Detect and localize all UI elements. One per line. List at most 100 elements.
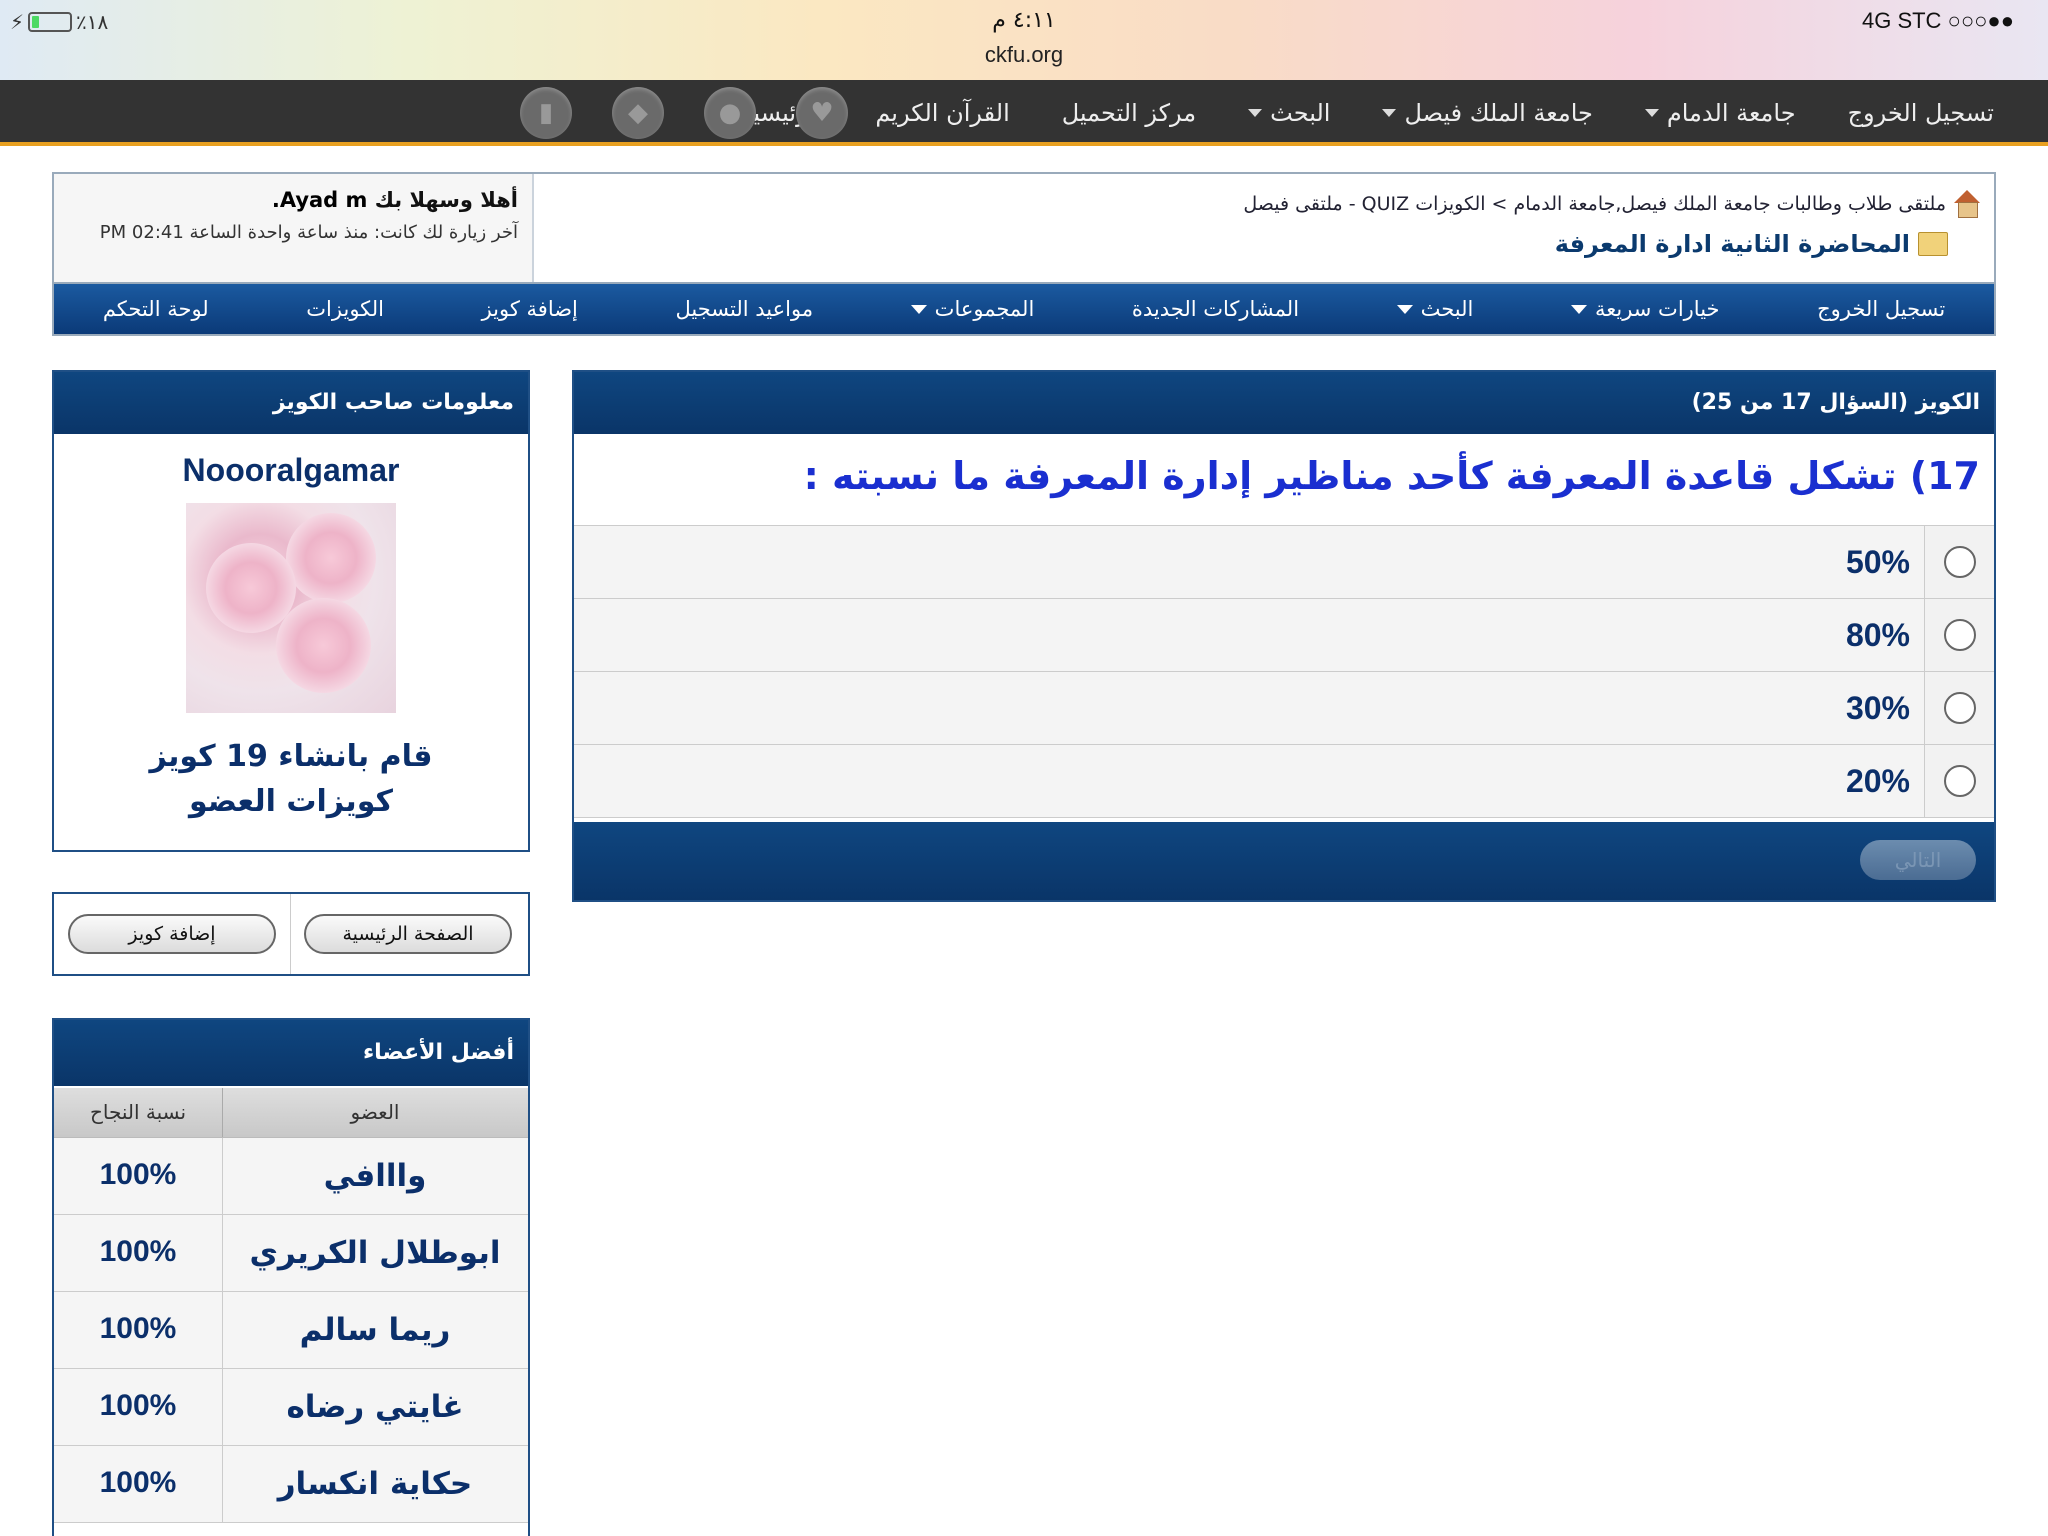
chevron-down-icon [1382, 109, 1397, 117]
welcome-box: أهلا وسهلا بك Ayad m. آخر زيارة لك كانت:… [54, 174, 534, 282]
answer-option[interactable]: 50% [574, 526, 1994, 599]
member-name-link[interactable]: وااافي [222, 1158, 528, 1194]
answer-radio-cell [1924, 745, 1994, 817]
nav-item[interactable]: الكويزات [306, 297, 384, 321]
answer-radio-cell [1924, 599, 1994, 671]
radio-button[interactable] [1943, 692, 1976, 724]
chevron-down-icon [1396, 304, 1413, 314]
nav-item[interactable]: إضافة كويز [482, 297, 578, 321]
table-row: 100% غايتي رضاه [54, 1369, 528, 1446]
member-quizzes-link[interactable]: كويزات العضو [54, 784, 528, 819]
table-row: 100% ريما سالم [54, 1292, 528, 1369]
nav-item[interactable]: مواعيد التسجيل [675, 297, 813, 321]
breadcrumb: ملتقى طلاب وطالبات جامعة الملك فيصل,جامع… [1243, 190, 1982, 218]
nav-item-label: مواعيد التسجيل [675, 297, 814, 321]
action-buttons-box: إضافة كويز الصفحة الرئيسية [52, 892, 530, 976]
table-row: 100% ابوطلال الكريري [54, 1215, 528, 1292]
forum-header: ملتقى طلاب وطالبات جامعة الملك فيصل,جامع… [52, 172, 1996, 284]
quiz-panel: الكويز (السؤال 17 من 25) 17) تشكل قاعدة … [572, 370, 1996, 902]
member-name-link[interactable]: حكاية انكسار [222, 1466, 528, 1502]
top-nav-item[interactable]: البحث [1222, 99, 1356, 127]
member-name-link[interactable]: ابوطلال الكريري [222, 1235, 528, 1271]
radio-button[interactable] [1943, 619, 1976, 651]
page-title-wrap: المحاضرة الثانية ادارة المعرفة [1555, 230, 1948, 258]
chevron-down-icon [1644, 109, 1659, 117]
top-nav-item-label: البحث [1270, 99, 1331, 127]
nav-item-label: المجموعات [934, 297, 1035, 321]
top-nav-item[interactable]: جامعة الملك فيصل [1356, 99, 1618, 127]
clock: ٤:١١ م [992, 8, 1056, 33]
member-name-link[interactable]: غايتي رضاه [222, 1389, 528, 1425]
top-nav-item-label: مركز التحميل [1061, 99, 1197, 127]
url-bar[interactable]: ckfu.org [0, 42, 2048, 68]
top-nav-item[interactable]: مركز التحميل [1036, 99, 1222, 127]
member-success-rate: 100% [99, 1312, 177, 1345]
nav-item[interactable]: لوحة التحكم [103, 297, 209, 321]
nav-item-label: تسجيل الخروج [1817, 297, 1946, 321]
username-link[interactable]: Ayad m. [272, 188, 368, 212]
home-page-button[interactable]: الصفحة الرئيسية [304, 914, 512, 954]
forum-nav-bar: لوحة التحكم الكويزات إضافة كويز مواعيد التس… [52, 282, 1996, 336]
nav-item[interactable]: خيارات سريعة [1570, 297, 1720, 321]
carrier-signal: 4G STC ○○○●● [1861, 8, 2014, 33]
col-member: العضو [350, 1100, 400, 1124]
nav-item-label: الكويزات [306, 297, 384, 321]
profile-icon[interactable]: ● [704, 87, 756, 139]
radio-button[interactable] [1943, 765, 1976, 797]
answer-label: 50% [1845, 544, 1910, 580]
answer-radio-cell [1924, 526, 1994, 598]
nav-item[interactable]: المجموعات [910, 297, 1035, 321]
nav-item-label: المشاركات الجديدة [1131, 297, 1300, 321]
member-success-rate: 100% [99, 1389, 177, 1422]
top-nav-item-label: تسجيل الخروج [1847, 99, 1994, 127]
welcome-prefix: أهلا وسهلا بك [374, 188, 518, 212]
nav-item[interactable]: تسجيل الخروج [1817, 297, 1945, 321]
top-nav-icons: ▮ ◆ ● ♥ [520, 87, 848, 139]
diamond-icon[interactable]: ◆ [612, 87, 664, 139]
top-nav-item[interactable]: جامعة الدمام [1619, 99, 1822, 127]
answer-option[interactable]: 20% [574, 745, 1994, 818]
table-row: 100% وااافي [54, 1138, 528, 1215]
owner-name-link[interactable]: Noooralgamar [54, 452, 528, 489]
owner-avatar[interactable] [186, 503, 396, 713]
page-title: المحاضرة الثانية ادارة المعرفة [1554, 230, 1910, 258]
home-icon[interactable] [1952, 190, 1982, 218]
answer-label: 20% [1845, 763, 1910, 799]
question-text: 17) تشكل قاعدة المعرفة كأحد مناظير إدارة… [574, 436, 1994, 526]
nav-item[interactable]: البحث [1396, 297, 1473, 321]
top-nav-item[interactable]: القرآن الكريم [849, 99, 1035, 127]
site-top-nav: الرئيسية القرآن الكريم مركز التحميل البحث جا… [0, 80, 2048, 146]
nav-item-label: إضافة كويز [481, 297, 578, 321]
answer-option[interactable]: 80% [574, 599, 1994, 672]
status-bar: ⚡ ٪١٨ ٤:١١ م ckfu.org 4G STC ○○○●● [0, 0, 2048, 80]
top-nav-item[interactable]: تسجيل الخروج [1822, 99, 2020, 127]
last-visit: آخر زيارة لك كانت: منذ ساعة واحدة الساعة… [99, 222, 518, 243]
welcome-line: أهلا وسهلا بك Ayad m. [68, 188, 518, 212]
heart-icon[interactable]: ♥ [796, 87, 848, 139]
nav-item-label: خيارات سريعة [1594, 297, 1720, 321]
add-quiz-button[interactable]: إضافة كويز [68, 914, 276, 954]
members-table-header: نسبة النجاح العضو [54, 1088, 528, 1138]
owner-quiz-count: قام بانشاء 19 كويز [149, 739, 433, 774]
top-nav-item-label: القرآن الكريم [875, 99, 1010, 127]
owner-header: معلومات صاحب الكويز [54, 372, 528, 436]
top-members-panel: أفضل الأعضاء نسبة النجاح العضو 100% واااف… [52, 1018, 530, 1536]
answer-option[interactable]: 30% [574, 672, 1994, 745]
table-row: 100% حكاية انكسار [54, 1446, 528, 1523]
breadcrumb-text[interactable]: ملتقى طلاب وطالبات جامعة الملك فيصل,جامع… [1243, 193, 1946, 215]
stats-icon[interactable]: ▮ [520, 87, 572, 139]
top-nav-menu: الرئيسية القرآن الكريم مركز التحميل البحث جا… [715, 80, 2020, 146]
member-name-link[interactable]: ريما سالم [222, 1312, 528, 1348]
nav-item-label: لوحة التحكم [102, 297, 209, 321]
chevron-down-icon [1570, 304, 1587, 314]
member-success-rate: 100% [99, 1235, 177, 1268]
next-button[interactable]: التالي [1860, 840, 1976, 880]
radio-button[interactable] [1943, 546, 1976, 578]
top-nav-item-label: جامعة الملك فيصل [1404, 99, 1593, 127]
divider [290, 894, 291, 974]
top-members-header: أفضل الأعضاء [54, 1020, 528, 1088]
nav-item[interactable]: المشاركات الجديدة [1132, 297, 1299, 321]
member-success-rate: 100% [99, 1158, 177, 1191]
answer-label: 80% [1845, 617, 1910, 653]
answer-radio-cell [1924, 672, 1994, 744]
